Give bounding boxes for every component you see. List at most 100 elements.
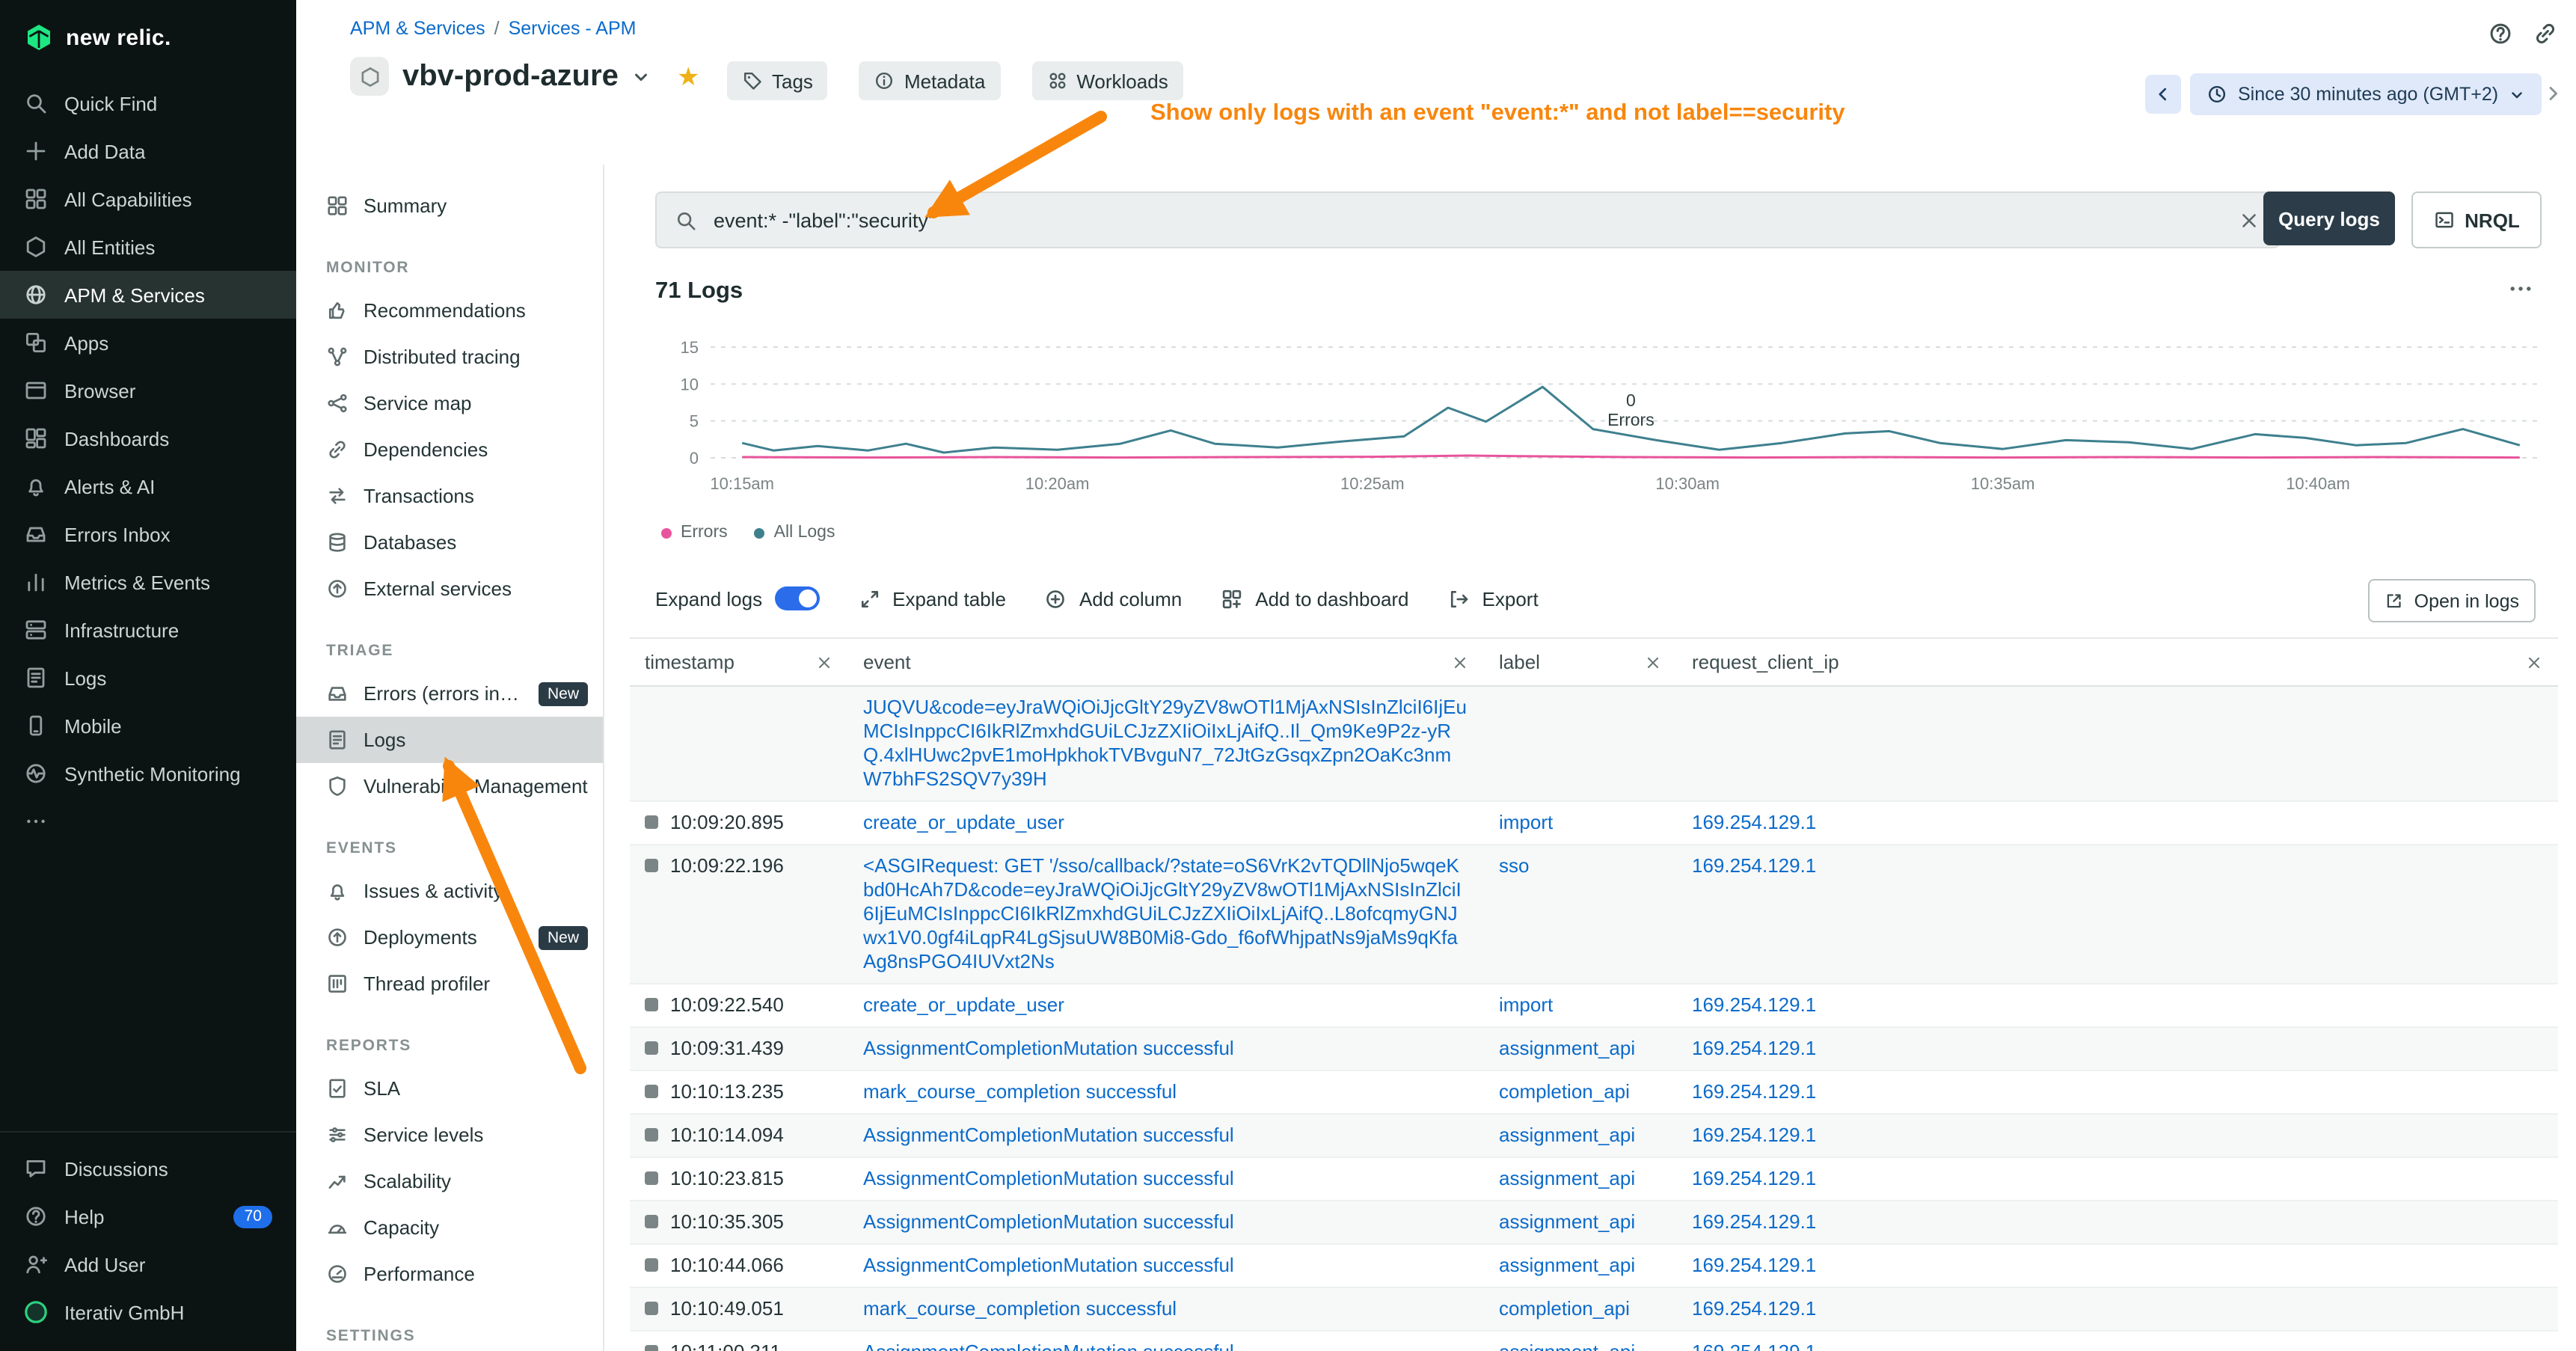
cell-label-link[interactable]: completion_api xyxy=(1499,1080,1630,1103)
help-circle-icon[interactable] xyxy=(2488,21,2513,46)
service-nav-capacity[interactable]: Capacity xyxy=(296,1204,603,1251)
query-logs-button[interactable]: Query logs xyxy=(2263,192,2395,245)
service-nav-distributed-tracing[interactable]: Distributed tracing xyxy=(296,334,603,380)
cell-ip-link[interactable]: 169.254.129.1 xyxy=(1692,1341,1816,1351)
service-nav-recommendations[interactable]: Recommendations xyxy=(296,287,603,334)
cell-event-link[interactable]: JUQVU&code=eyJraWQiOiJjcGltY29yZV8wOTl1M… xyxy=(863,696,1467,790)
close-icon[interactable] xyxy=(2525,653,2543,671)
time-picker-previous-button[interactable] xyxy=(2145,75,2181,114)
logs-search-input[interactable] xyxy=(711,207,2224,233)
cell-ip-link[interactable]: 169.254.129.1 xyxy=(1692,811,1816,833)
global-nav-logs[interactable]: Logs xyxy=(0,654,296,702)
global-nav-errors-inbox[interactable]: Errors Inbox xyxy=(0,510,296,558)
table-row[interactable]: 10:11:00.311AssignmentCompletionMutation… xyxy=(630,1332,2558,1351)
cell-ip-link[interactable]: 169.254.129.1 xyxy=(1692,1167,1816,1189)
cell-event-link[interactable]: AssignmentCompletionMutation successful xyxy=(863,1167,1234,1189)
global-nav-browser[interactable]: Browser xyxy=(0,367,296,414)
service-nav-scalability[interactable]: Scalability xyxy=(296,1158,603,1204)
global-nav-discussions[interactable]: Discussions xyxy=(0,1145,296,1192)
global-nav-help[interactable]: Help70 xyxy=(0,1192,296,1240)
cell-event-link[interactable]: AssignmentCompletionMutation successful xyxy=(863,1037,1234,1059)
table-row[interactable]: 10:10:13.235mark_course_completion succe… xyxy=(630,1071,2558,1115)
cell-label-link[interactable]: assignment_api xyxy=(1499,1254,1635,1276)
cell-event-link[interactable]: create_or_update_user xyxy=(863,993,1064,1016)
cell-ip-link[interactable]: 169.254.129.1 xyxy=(1692,854,1816,877)
service-nav-sla[interactable]: SLA xyxy=(296,1065,603,1112)
expand-logs-toggle[interactable] xyxy=(774,586,819,610)
table-row[interactable]: JUQVU&code=eyJraWQiOiJjcGltY29yZV8wOTl1M… xyxy=(630,687,2558,802)
time-picker-next-button[interactable] xyxy=(2543,84,2563,103)
cell-event-link[interactable]: mark_course_completion successful xyxy=(863,1080,1177,1103)
metadata-chip[interactable]: Metadata xyxy=(859,61,1000,100)
cell-ip-link[interactable]: 169.254.129.1 xyxy=(1692,1080,1816,1103)
cell-label-link[interactable]: completion_api xyxy=(1499,1297,1630,1320)
cell-label-link[interactable]: assignment_api xyxy=(1499,1124,1635,1146)
row-marker-icon[interactable] xyxy=(645,1258,658,1272)
cell-ip-link[interactable]: 169.254.129.1 xyxy=(1692,1037,1816,1059)
service-nav-vulnerability-management[interactable]: Vulnerability Management xyxy=(296,763,603,809)
row-marker-icon[interactable] xyxy=(645,1171,658,1185)
row-marker-icon[interactable] xyxy=(645,1345,658,1351)
cell-event-link[interactable]: <ASGIRequest: GET '/sso/callback/?state=… xyxy=(863,854,1462,972)
close-icon[interactable] xyxy=(1644,653,1662,671)
cell-event-link[interactable]: create_or_update_user xyxy=(863,811,1064,833)
breadcrumb-link-services-apm[interactable]: Services - APM xyxy=(509,18,637,39)
chevron-down-icon[interactable] xyxy=(632,67,651,86)
service-nav-thread-profiler[interactable]: Thread profiler xyxy=(296,961,603,1007)
global-nav-item[interactable] xyxy=(0,797,296,845)
breadcrumb-link-apm-services[interactable]: APM & Services xyxy=(350,18,485,39)
row-marker-icon[interactable] xyxy=(645,1215,658,1228)
close-icon[interactable] xyxy=(815,653,833,671)
global-nav-apm-services[interactable]: APM & Services xyxy=(0,271,296,319)
row-marker-icon[interactable] xyxy=(645,998,658,1011)
cell-ip-link[interactable]: 169.254.129.1 xyxy=(1692,1254,1816,1276)
cell-ip-link[interactable]: 169.254.129.1 xyxy=(1692,1297,1816,1320)
expand-table-button[interactable]: Expand table xyxy=(858,587,1006,610)
cell-label-link[interactable]: import xyxy=(1499,993,1553,1016)
table-row[interactable]: 10:10:14.094AssignmentCompletionMutation… xyxy=(630,1115,2558,1158)
service-nav-logs[interactable]: Logs xyxy=(296,717,603,763)
cell-event-link[interactable]: mark_course_completion successful xyxy=(863,1297,1177,1320)
service-nav-dependencies[interactable]: Dependencies xyxy=(296,426,603,473)
service-nav-issues-activity[interactable]: Issues & activity xyxy=(296,868,603,914)
global-nav-all-capabilities[interactable]: All Capabilities xyxy=(0,175,296,223)
global-nav-dashboards[interactable]: Dashboards xyxy=(0,414,296,462)
workloads-chip[interactable]: Workloads xyxy=(1031,61,1183,100)
service-nav-transactions[interactable]: Transactions xyxy=(296,473,603,519)
cell-ip-link[interactable]: 169.254.129.1 xyxy=(1692,1124,1816,1146)
table-row[interactable]: 10:10:35.305AssignmentCompletionMutation… xyxy=(630,1201,2558,1245)
global-nav-apps[interactable]: Apps xyxy=(0,319,296,367)
cell-ip-link[interactable]: 169.254.129.1 xyxy=(1692,993,1816,1016)
service-nav-performance[interactable]: Performance xyxy=(296,1251,603,1297)
service-nav-errors-errors-inb[interactable]: Errors (errors inb...New xyxy=(296,670,603,717)
global-nav-all-entities[interactable]: All Entities xyxy=(0,223,296,271)
column-header-label[interactable]: label xyxy=(1484,639,1677,685)
global-nav-synthetic-monitoring[interactable]: Synthetic Monitoring xyxy=(0,750,296,797)
global-nav-metrics-events[interactable]: Metrics & Events xyxy=(0,558,296,606)
service-nav-external-services[interactable]: External services xyxy=(296,566,603,612)
clear-search-icon[interactable] xyxy=(2238,209,2260,231)
cell-ip-link[interactable]: 169.254.129.1 xyxy=(1692,1210,1816,1233)
add-to-dashboard-button[interactable]: Add to dashboard xyxy=(1221,587,1408,610)
table-row[interactable]: 10:10:49.051mark_course_completion succe… xyxy=(630,1288,2558,1332)
cell-event-link[interactable]: AssignmentCompletionMutation successful xyxy=(863,1341,1234,1351)
close-icon[interactable] xyxy=(1451,653,1469,671)
service-nav-deployments[interactable]: DeploymentsNew xyxy=(296,914,603,961)
time-picker[interactable]: Since 30 minutes ago (GMT+2) xyxy=(2190,73,2542,115)
more-menu-icon[interactable] xyxy=(2507,275,2534,302)
service-nav-summary[interactable]: Summary xyxy=(296,183,603,229)
add-column-button[interactable]: Add column xyxy=(1045,587,1182,610)
global-nav-add-user[interactable]: Add User xyxy=(0,1240,296,1288)
table-row[interactable]: 10:09:22.196<ASGIRequest: GET '/sso/call… xyxy=(630,845,2558,984)
nrql-button[interactable]: NRQL xyxy=(2411,192,2542,248)
cell-event-link[interactable]: AssignmentCompletionMutation successful xyxy=(863,1254,1234,1276)
cell-label-link[interactable]: sso xyxy=(1499,854,1529,877)
row-marker-icon[interactable] xyxy=(645,1302,658,1315)
column-header-event[interactable]: event xyxy=(848,639,1484,685)
service-nav-service-map[interactable]: Service map xyxy=(296,380,603,426)
cell-event-link[interactable]: AssignmentCompletionMutation successful xyxy=(863,1124,1234,1146)
global-nav-quick-find[interactable]: Quick Find xyxy=(0,79,296,127)
table-row[interactable]: 10:09:22.540create_or_update_userimport1… xyxy=(630,984,2558,1028)
brand[interactable]: new relic. xyxy=(0,0,296,70)
table-row[interactable]: 10:10:44.066AssignmentCompletionMutation… xyxy=(630,1245,2558,1288)
